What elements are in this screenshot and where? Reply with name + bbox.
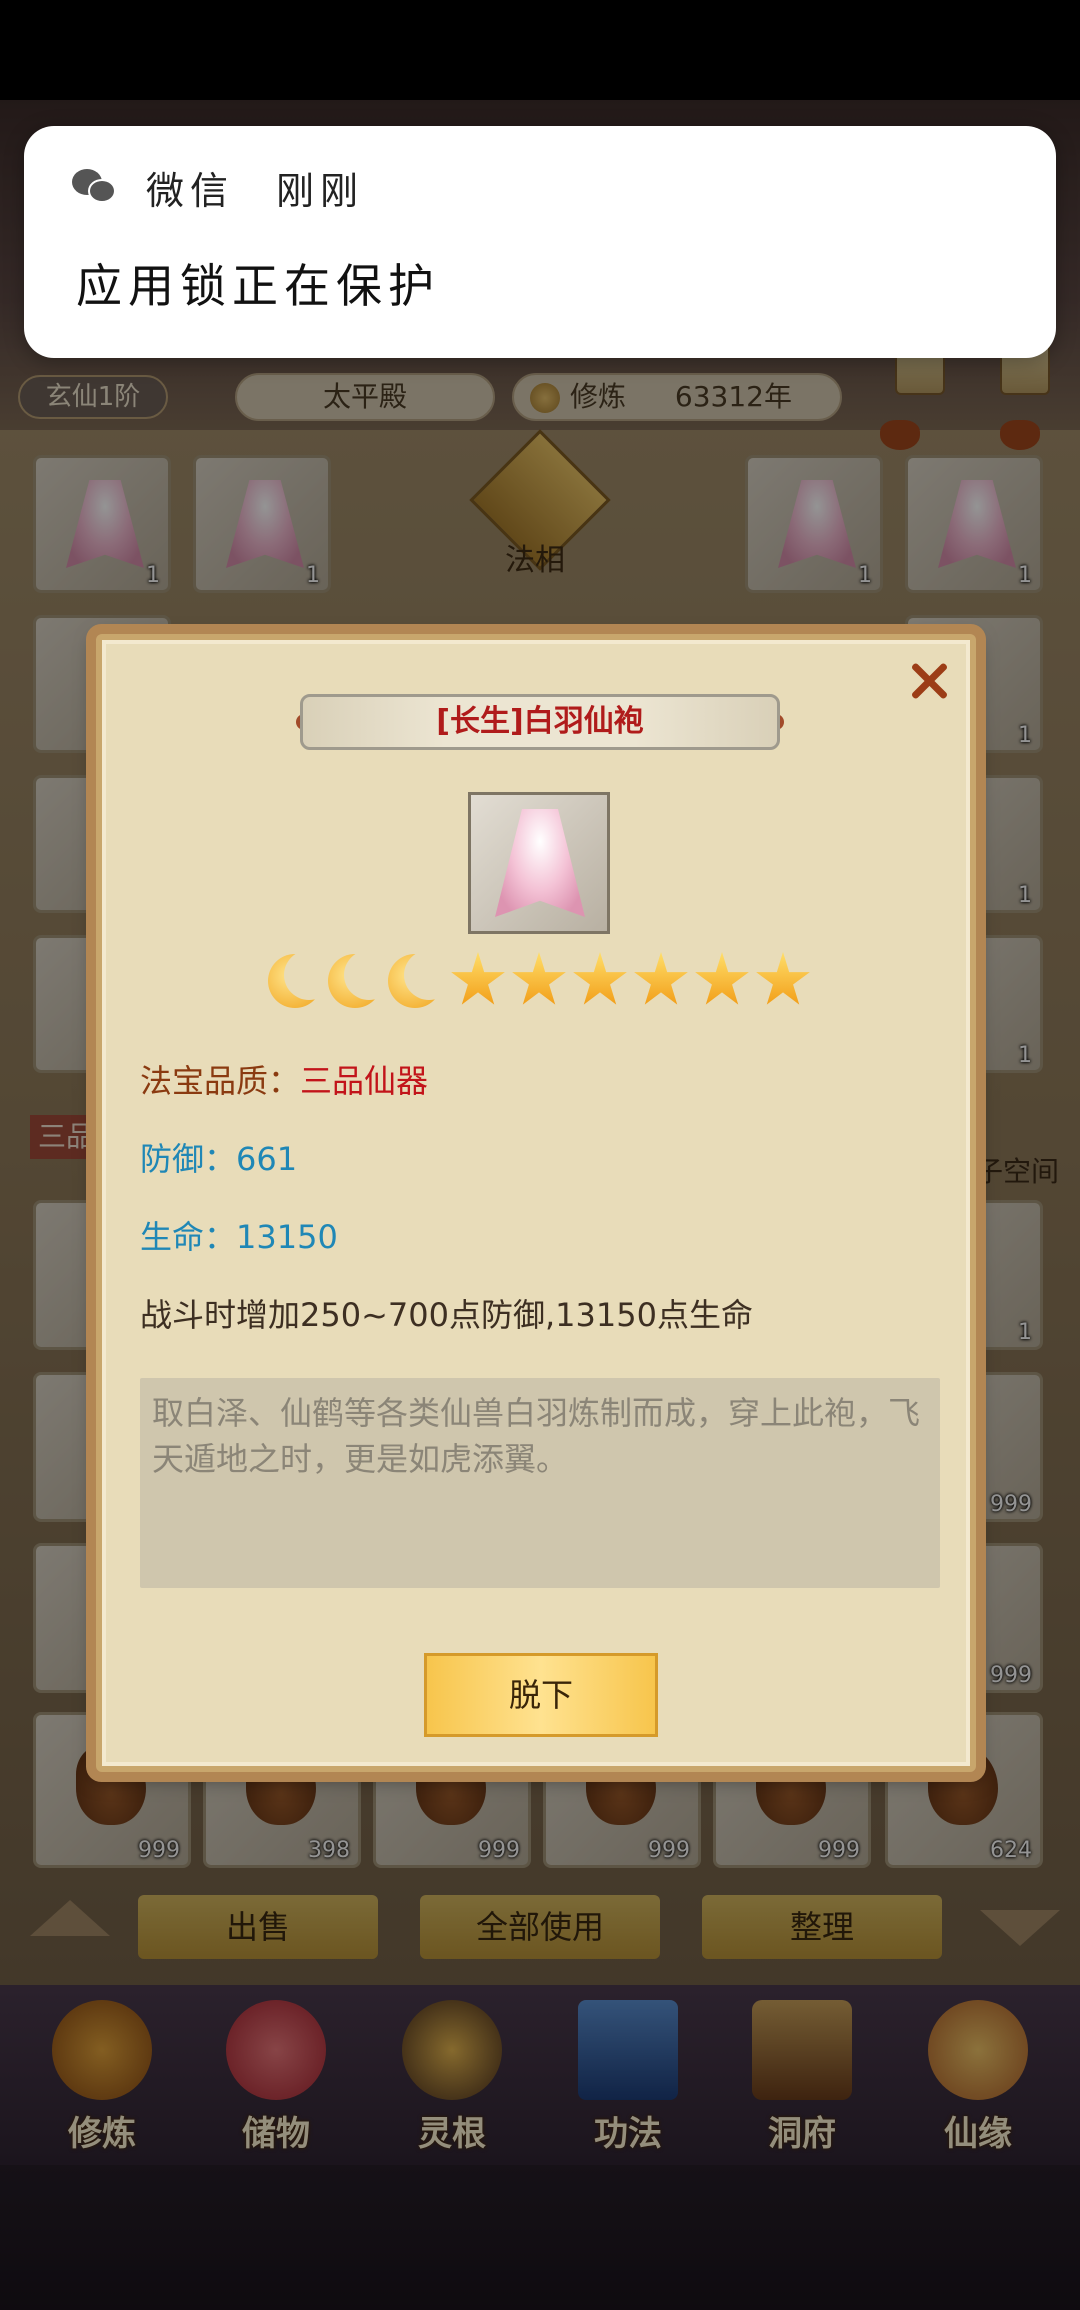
wechat-icon (72, 167, 120, 207)
item-title: [长生]白羽仙袍 (300, 694, 780, 750)
notification-banner[interactable]: 微信 刚刚 应用锁正在保护 (24, 126, 1056, 358)
defense-stat: 防御：661 (140, 1140, 298, 1178)
moon-icon (388, 950, 454, 1008)
item-icon-frame (468, 792, 610, 934)
moon-icon (328, 950, 394, 1008)
quality-row: 法宝品质：三品仙器 (140, 1056, 428, 1102)
take-off-button[interactable]: 脱下 (424, 1653, 658, 1737)
star-icon (512, 952, 566, 1005)
close-icon[interactable] (906, 658, 952, 704)
hp-stat: 生命：13150 (140, 1218, 338, 1256)
item-description: 取白泽、仙鹤等各类仙兽白羽炼制而成，穿上此袍，飞天遁地之时，更是如虎添翼。 (140, 1378, 940, 1588)
moon-icon (268, 950, 334, 1008)
white-feather-robe-icon (495, 809, 585, 917)
star-icon (756, 952, 810, 1005)
quality-label: 法宝品质： (140, 1062, 301, 1100)
item-effect: 战斗时增加250~700点防御,13150点生命 (140, 1296, 753, 1334)
notification-message: 应用锁正在保护 (76, 259, 440, 313)
item-rating (268, 950, 812, 1012)
star-icon (695, 952, 749, 1005)
star-icon (634, 952, 688, 1005)
notification-app-name: 微信 (146, 168, 235, 213)
star-icon (451, 952, 505, 1005)
star-icon (573, 952, 627, 1005)
notification-header: 微信 刚刚 (72, 162, 365, 213)
quality-value: 三品仙器 (300, 1062, 429, 1100)
notification-time: 刚刚 (276, 168, 365, 213)
